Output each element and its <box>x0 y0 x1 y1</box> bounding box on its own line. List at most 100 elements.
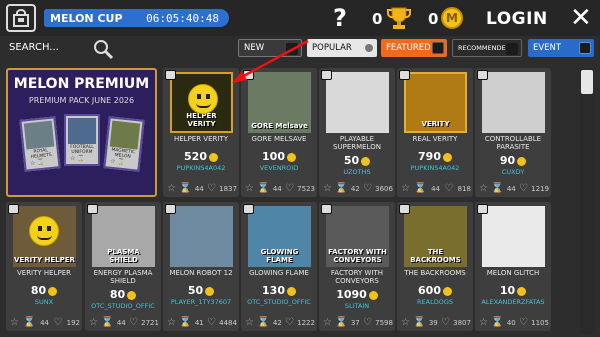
filter-featured-toggle[interactable]: FEATURED <box>381 39 447 57</box>
scrollbar-track[interactable] <box>580 68 594 334</box>
item-card[interactable]: HELPER VERITY HELPER VERITY 520 PUPKINS4… <box>163 68 239 197</box>
star-icon[interactable]: ☆ <box>401 183 410 194</box>
help-button[interactable]: ? <box>333 4 347 32</box>
coin-icon <box>368 290 378 300</box>
item-card[interactable]: THE BACKROOMS THE BACKROOMS 600 REALDOGS… <box>397 202 473 331</box>
item-price: 80 <box>85 288 161 301</box>
premium-subtitle: PREMIUM PACK JUNE 2026 <box>28 96 135 105</box>
item-author[interactable]: SUNX <box>6 298 82 306</box>
item-price: 50 <box>163 284 239 297</box>
scrollbar-thumb[interactable] <box>581 70 593 94</box>
views-count: 4484 <box>219 318 237 327</box>
item-card[interactable]: VERITY REAL VERITY 790 PUPKINS4A042 ☆ ⌛ … <box>397 68 473 197</box>
close-button[interactable]: ✕ <box>570 5 592 31</box>
item-author[interactable]: OTC_STUDIO_OFFIC <box>241 298 317 306</box>
heart-icon[interactable]: ♡ <box>363 317 372 328</box>
star-icon[interactable]: ☆ <box>245 317 254 328</box>
premium-pack-card[interactable]: MELON PREMIUM PREMIUM PACK JUNE 2026 ROY… <box>6 68 157 197</box>
item-price-value: 90 <box>499 154 516 167</box>
item-author[interactable]: PUPKINS4A042 <box>397 164 473 172</box>
item-card[interactable]: CONTROLLABLE PARASITE 90 CUXDY ☆ ⌛ 44 ♡ … <box>475 68 551 197</box>
shop-bag-button[interactable] <box>6 4 36 32</box>
item-price: 100 <box>241 150 317 163</box>
heart-icon[interactable]: ♡ <box>519 317 528 328</box>
trophy-count: 0 <box>372 10 383 28</box>
item-author[interactable]: PLAYER_1TY37607 <box>163 298 239 306</box>
item-card[interactable]: MELON ROBOT 12 50 PLAYER_1TY37607 ☆ ⌛ 41… <box>163 202 239 331</box>
coin-icon <box>286 152 296 162</box>
item-stats: ☆ ⌛ 39 ♡ 3807 <box>401 317 471 328</box>
heart-icon[interactable]: ♡ <box>441 317 450 328</box>
item-thumbnail-caption: GLOWING FLAME <box>260 248 299 264</box>
star-icon[interactable]: ☆ <box>479 183 488 194</box>
item-card[interactable]: PLAYABLE SUPERMELON 50 UZOTHS ☆ ⌛ 42 ♡ 3… <box>319 68 395 197</box>
star-icon[interactable]: ☆ <box>167 317 176 328</box>
filter-bar: SEARCH... NEW POPULAR FEATURED RECOMMEND… <box>0 36 600 60</box>
star-icon[interactable]: ☆ <box>401 317 410 328</box>
item-author[interactable]: VEVENROID <box>241 164 317 172</box>
star-icon[interactable]: ☆ <box>89 317 98 328</box>
premium-item-label: FOOTBALL UNIFORM <box>70 145 94 155</box>
login-button[interactable]: LOGIN <box>486 9 548 29</box>
item-author[interactable]: ALEXANDERZFATAS <box>475 298 551 306</box>
heart-icon[interactable]: ♡ <box>285 317 294 328</box>
likes-count: 44 <box>506 184 516 193</box>
item-title: GORE MELSAVE <box>251 135 307 143</box>
smiley-face-icon <box>29 216 59 246</box>
star-icon[interactable]: ☆ <box>167 183 176 194</box>
item-author[interactable]: PUPKINS4A042 <box>163 164 239 172</box>
hourglass-icon: ⌛ <box>491 317 504 328</box>
item-type-icon <box>8 204 19 214</box>
item-author[interactable]: REALDOGS <box>397 298 473 306</box>
item-stats: ☆ ⌛ 41 ♡ 4484 <box>167 317 237 328</box>
item-price: 90 <box>475 154 551 167</box>
item-author[interactable]: SLITAIN <box>319 302 395 310</box>
item-price-value: 790 <box>418 150 441 163</box>
heart-icon[interactable]: ♡ <box>53 317 62 328</box>
filter-featured-label: FEATURED <box>386 43 431 53</box>
star-icon[interactable]: ☆ <box>479 317 488 328</box>
heart-icon[interactable]: ♡ <box>207 317 216 328</box>
heart-icon[interactable]: ♡ <box>207 183 216 194</box>
item-thumbnail: GORE Melsave <box>248 72 311 133</box>
star-icon: ☆ ⌛ <box>70 155 85 162</box>
item-stats: ☆ ⌛ 44 ♡ 1219 <box>479 183 549 194</box>
item-card[interactable]: FACTORY WITH CONVEYORS FACTORY WITH CONV… <box>319 202 395 331</box>
filter-popular-toggle[interactable]: POPULAR <box>307 39 377 57</box>
star-icon[interactable]: ☆ <box>10 317 19 328</box>
star-icon[interactable]: ☆ <box>323 183 332 194</box>
item-price: 520 <box>163 150 239 163</box>
heart-icon[interactable]: ♡ <box>363 183 372 194</box>
filter-new-toggle[interactable]: NEW <box>238 39 302 57</box>
event-banner[interactable]: MELON CUP 06:05:40:48 <box>44 9 229 27</box>
search-input[interactable]: SEARCH... <box>9 42 59 53</box>
filter-featured-checkbox <box>432 42 444 54</box>
filter-event-toggle[interactable]: EVENT <box>528 39 594 57</box>
item-card[interactable]: MELON GLITCH 10 ALEXANDERZFATAS ☆ ⌛ 40 ♡… <box>475 202 551 331</box>
item-card[interactable]: GORE Melsave GORE MELSAVE 100 VEVENROID … <box>241 68 317 197</box>
heart-icon[interactable]: ♡ <box>444 183 453 194</box>
star-icon[interactable]: ☆ <box>245 183 254 194</box>
likes-count: 42 <box>272 318 282 327</box>
filter-recommended-toggle[interactable]: RECOMMENDED <box>452 39 522 57</box>
hourglass-icon: ⌛ <box>179 317 192 328</box>
filter-new-checkbox <box>286 43 298 55</box>
search-icon[interactable] <box>92 38 114 60</box>
item-type-icon <box>243 70 254 80</box>
item-card[interactable]: PLASMA SHIELD ENERGY PLASMA SHIELD 80 OT… <box>85 202 161 331</box>
item-author[interactable]: OTC_STUDIO_OFFIC <box>85 302 161 310</box>
item-card[interactable]: GLOWING FLAME GLOWING FLAME 130 OTC_STUD… <box>241 202 317 331</box>
star-icon[interactable]: ☆ <box>323 317 332 328</box>
item-thumbnail: PLASMA SHIELD <box>92 206 155 267</box>
heart-icon[interactable]: ♡ <box>285 183 294 194</box>
item-thumbnail-caption: GORE Melsave <box>251 122 308 130</box>
item-author[interactable]: CUXDY <box>475 168 551 176</box>
item-author[interactable]: UZOTHS <box>319 168 395 176</box>
coin-icon <box>517 286 527 296</box>
item-card[interactable]: VERITY HELPER VERITY HELPER 80 SUNX ☆ ⌛ … <box>6 202 82 331</box>
item-title: GLOWING FLAME <box>249 269 309 277</box>
item-type-icon <box>477 70 488 80</box>
heart-icon[interactable]: ♡ <box>519 183 528 194</box>
hourglass-icon: ⌛ <box>335 183 348 194</box>
heart-icon[interactable]: ♡ <box>129 317 138 328</box>
